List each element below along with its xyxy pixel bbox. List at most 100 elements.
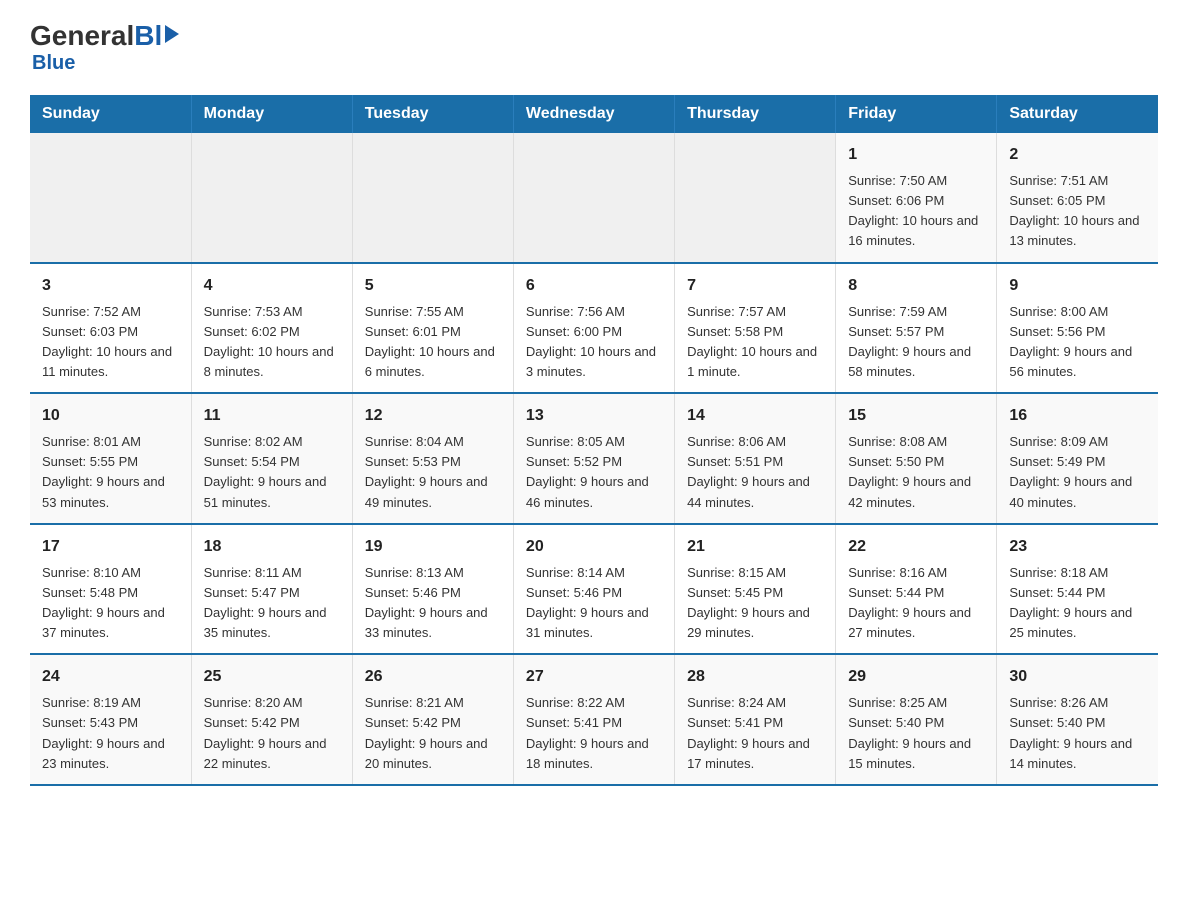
day-detail: Sunrise: 8:00 AMSunset: 5:56 PMDaylight:…: [1009, 302, 1146, 383]
calendar-cell: [191, 133, 352, 263]
calendar-cell: 26 Sunrise: 8:21 AMSunset: 5:42 PMDayligh…: [352, 654, 513, 785]
day-detail: Sunrise: 8:20 AMSunset: 5:42 PMDaylight:…: [204, 693, 340, 774]
day-number: 26: [365, 665, 501, 689]
calendar-cell: 25 Sunrise: 8:20 AMSunset: 5:42 PMDayligh…: [191, 654, 352, 785]
calendar-table: Sunday Monday Tuesday Wednesday Thursday…: [30, 95, 1158, 786]
day-number: 29: [848, 665, 984, 689]
day-detail: Sunrise: 8:10 AMSunset: 5:48 PMDaylight:…: [42, 563, 179, 644]
day-number: 14: [687, 404, 823, 428]
calendar-week-row: 10 Sunrise: 8:01 AMSunset: 5:55 PMDayligh…: [30, 393, 1158, 524]
day-number: 18: [204, 535, 340, 559]
day-number: 6: [526, 274, 662, 298]
header-thursday: Thursday: [675, 95, 836, 133]
header-friday: Friday: [836, 95, 997, 133]
calendar-cell: 7 Sunrise: 7:57 AMSunset: 5:58 PMDaylight…: [675, 263, 836, 394]
calendar-week-row: 17 Sunrise: 8:10 AMSunset: 5:48 PMDayligh…: [30, 524, 1158, 655]
calendar-cell: [30, 133, 191, 263]
calendar-week-row: 24Sunrise: 8:19 AMSunset: 5:43 PMDayligh…: [30, 654, 1158, 785]
day-number: 28: [687, 665, 823, 689]
calendar-cell: 14 Sunrise: 8:06 AMSunset: 5:51 PMDayligh…: [675, 393, 836, 524]
logo: General B l Blue: [30, 20, 179, 75]
calendar-cell: 29 Sunrise: 8:25 AMSunset: 5:40 PMDayligh…: [836, 654, 997, 785]
header-tuesday: Tuesday: [352, 95, 513, 133]
day-number: 27: [526, 665, 662, 689]
day-detail: Sunrise: 8:11 AMSunset: 5:47 PMDaylight:…: [204, 563, 340, 644]
header-wednesday: Wednesday: [513, 95, 674, 133]
day-number: 3: [42, 274, 179, 298]
calendar-week-row: 1Sunrise: 7:50 AMSunset: 6:06 PMDaylight…: [30, 133, 1158, 263]
day-number: 7: [687, 274, 823, 298]
day-number: 4: [204, 274, 340, 298]
day-number: 22: [848, 535, 984, 559]
calendar-cell: [675, 133, 836, 263]
calendar-cell: [513, 133, 674, 263]
logo-general-text: General: [30, 20, 134, 52]
day-detail: Sunrise: 8:06 AMSunset: 5:51 PMDaylight:…: [687, 432, 823, 513]
calendar-cell: 1Sunrise: 7:50 AMSunset: 6:06 PMDaylight…: [836, 133, 997, 263]
day-number: 19: [365, 535, 501, 559]
calendar-cell: 8Sunrise: 7:59 AMSunset: 5:57 PMDaylight…: [836, 263, 997, 394]
calendar-cell: 22 Sunrise: 8:16 AMSunset: 5:44 PMDayligh…: [836, 524, 997, 655]
day-detail: Sunrise: 7:51 AMSunset: 6:05 PMDaylight:…: [1009, 171, 1146, 252]
page-header: General B l Blue: [30, 20, 1158, 75]
calendar-cell: 4 Sunrise: 7:53 AMSunset: 6:02 PMDaylight…: [191, 263, 352, 394]
calendar-cell: 24Sunrise: 8:19 AMSunset: 5:43 PMDayligh…: [30, 654, 191, 785]
calendar-cell: 21 Sunrise: 8:15 AMSunset: 5:45 PMDayligh…: [675, 524, 836, 655]
day-detail: Sunrise: 8:05 AMSunset: 5:52 PMDaylight:…: [526, 432, 662, 513]
day-number: 25: [204, 665, 340, 689]
calendar-cell: 13 Sunrise: 8:05 AMSunset: 5:52 PMDayligh…: [513, 393, 674, 524]
calendar-cell: 15 Sunrise: 8:08 AMSunset: 5:50 PMDayligh…: [836, 393, 997, 524]
day-detail: Sunrise: 8:02 AMSunset: 5:54 PMDaylight:…: [204, 432, 340, 513]
day-number: 13: [526, 404, 662, 428]
day-detail: Sunrise: 8:18 AMSunset: 5:44 PMDaylight:…: [1009, 563, 1146, 644]
calendar-cell: 19 Sunrise: 8:13 AMSunset: 5:46 PMDayligh…: [352, 524, 513, 655]
day-detail: Sunrise: 7:52 AMSunset: 6:03 PMDaylight:…: [42, 302, 179, 383]
day-detail: Sunrise: 8:19 AMSunset: 5:43 PMDaylight:…: [42, 693, 179, 774]
day-detail: Sunrise: 8:09 AMSunset: 5:49 PMDaylight:…: [1009, 432, 1146, 513]
logo-subtitle: Blue: [32, 52, 75, 75]
calendar-cell: 10 Sunrise: 8:01 AMSunset: 5:55 PMDayligh…: [30, 393, 191, 524]
day-detail: Sunrise: 8:15 AMSunset: 5:45 PMDaylight:…: [687, 563, 823, 644]
day-number: 30: [1009, 665, 1146, 689]
calendar-cell: 20 Sunrise: 8:14 AMSunset: 5:46 PMDayligh…: [513, 524, 674, 655]
calendar-cell: 16 Sunrise: 8:09 AMSunset: 5:49 PMDayligh…: [997, 393, 1158, 524]
header-monday: Monday: [191, 95, 352, 133]
calendar-cell: 18 Sunrise: 8:11 AMSunset: 5:47 PMDayligh…: [191, 524, 352, 655]
calendar-cell: 9Sunrise: 8:00 AMSunset: 5:56 PMDaylight…: [997, 263, 1158, 394]
day-detail: Sunrise: 8:21 AMSunset: 5:42 PMDaylight:…: [365, 693, 501, 774]
calendar-cell: 6 Sunrise: 7:56 AMSunset: 6:00 PMDaylight…: [513, 263, 674, 394]
calendar-cell: 11Sunrise: 8:02 AMSunset: 5:54 PMDayligh…: [191, 393, 352, 524]
day-detail: Sunrise: 8:16 AMSunset: 5:44 PMDaylight:…: [848, 563, 984, 644]
calendar-cell: [352, 133, 513, 263]
calendar-week-row: 3 Sunrise: 7:52 AMSunset: 6:03 PMDaylight…: [30, 263, 1158, 394]
day-detail: Sunrise: 8:13 AMSunset: 5:46 PMDaylight:…: [365, 563, 501, 644]
day-detail: Sunrise: 7:50 AMSunset: 6:06 PMDaylight:…: [848, 171, 984, 252]
day-number: 15: [848, 404, 984, 428]
day-detail: Sunrise: 7:55 AMSunset: 6:01 PMDaylight:…: [365, 302, 501, 383]
day-detail: Sunrise: 8:22 AMSunset: 5:41 PMDaylight:…: [526, 693, 662, 774]
day-number: 21: [687, 535, 823, 559]
header-sunday: Sunday: [30, 95, 191, 133]
day-number: 10: [42, 404, 179, 428]
calendar-cell: 17 Sunrise: 8:10 AMSunset: 5:48 PMDayligh…: [30, 524, 191, 655]
day-detail: Sunrise: 8:01 AMSunset: 5:55 PMDaylight:…: [42, 432, 179, 513]
day-detail: Sunrise: 7:53 AMSunset: 6:02 PMDaylight:…: [204, 302, 340, 383]
day-detail: Sunrise: 8:25 AMSunset: 5:40 PMDaylight:…: [848, 693, 984, 774]
calendar-cell: 5Sunrise: 7:55 AMSunset: 6:01 PMDaylight…: [352, 263, 513, 394]
day-number: 16: [1009, 404, 1146, 428]
calendar-cell: 27 Sunrise: 8:22 AMSunset: 5:41 PMDayligh…: [513, 654, 674, 785]
day-number: 17: [42, 535, 179, 559]
day-number: 20: [526, 535, 662, 559]
day-detail: Sunrise: 8:08 AMSunset: 5:50 PMDaylight:…: [848, 432, 984, 513]
day-detail: Sunrise: 7:57 AMSunset: 5:58 PMDaylight:…: [687, 302, 823, 383]
day-detail: Sunrise: 8:24 AMSunset: 5:41 PMDaylight:…: [687, 693, 823, 774]
day-detail: Sunrise: 8:14 AMSunset: 5:46 PMDaylight:…: [526, 563, 662, 644]
day-detail: Sunrise: 7:56 AMSunset: 6:00 PMDaylight:…: [526, 302, 662, 383]
day-number: 2: [1009, 143, 1146, 167]
day-detail: Sunrise: 8:04 AMSunset: 5:53 PMDaylight:…: [365, 432, 501, 513]
logo-arrow-icon: [165, 25, 179, 43]
calendar-cell: 12Sunrise: 8:04 AMSunset: 5:53 PMDayligh…: [352, 393, 513, 524]
calendar-cell: 2 Sunrise: 7:51 AMSunset: 6:05 PMDaylight…: [997, 133, 1158, 263]
logo-blue-text: B l: [134, 20, 179, 52]
day-number: 8: [848, 274, 984, 298]
